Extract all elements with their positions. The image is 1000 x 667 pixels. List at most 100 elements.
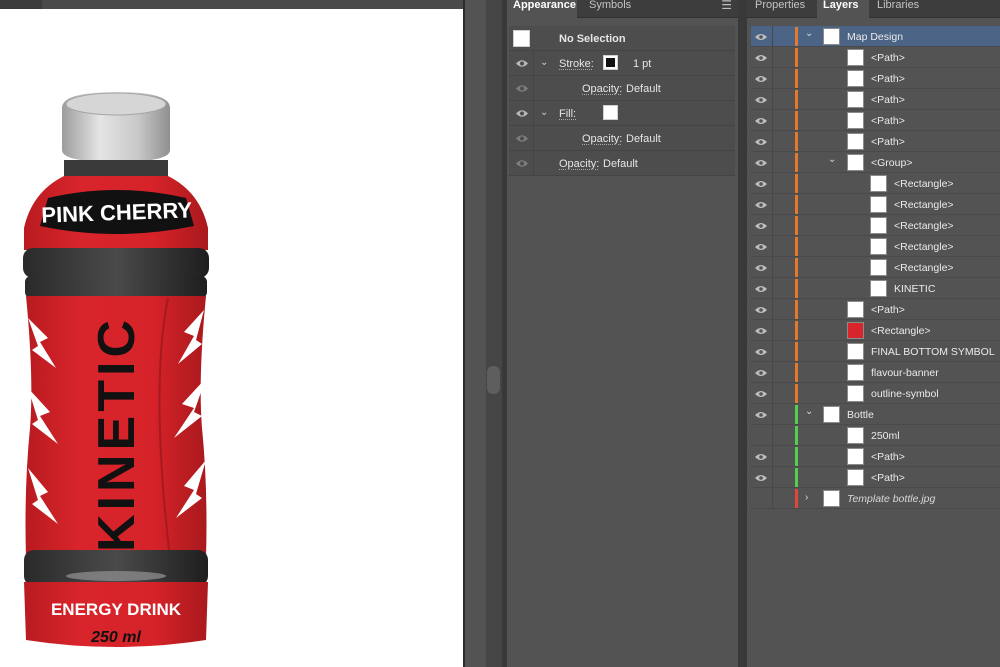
lock-toggle[interactable] [772, 257, 773, 278]
layer-name[interactable]: <Rectangle> [894, 199, 954, 211]
scroll-handle[interactable] [487, 366, 500, 394]
bottle-artwork[interactable]: PINK CHERRY KINETIC ENERGY DRINK 250 ml [18, 88, 214, 654]
tab-appearance[interactable]: Appearance [507, 0, 577, 19]
opacity-label[interactable]: Opacity: [559, 158, 599, 170]
layer-row[interactable]: <Path> [751, 47, 1000, 68]
lock-toggle[interactable] [772, 236, 773, 257]
eye-icon[interactable] [755, 243, 767, 251]
tab-libraries[interactable]: Libraries [871, 0, 925, 18]
layer-name[interactable]: FINAL BOTTOM SYMBOL [871, 346, 995, 358]
chevron-down-icon[interactable]: ⌄ [805, 406, 813, 417]
stroke-swatch[interactable] [603, 55, 618, 70]
eye-icon[interactable] [516, 109, 528, 118]
fill-label[interactable]: Fill: [559, 108, 576, 120]
appearance-fill-opacity-row[interactable]: Opacity: Default [509, 126, 735, 151]
layer-name[interactable]: <Path> [871, 115, 905, 127]
layer-name[interactable]: <Rectangle> [871, 325, 931, 337]
layer-name[interactable]: <Path> [871, 52, 905, 64]
layer-name[interactable]: KINETIC [894, 283, 935, 295]
lock-toggle[interactable] [772, 68, 773, 89]
eye-icon[interactable] [755, 306, 767, 314]
appearance-fill-row[interactable]: ⌄ Fill: [509, 101, 735, 126]
layer-name[interactable]: <Group> [871, 157, 912, 169]
lock-toggle[interactable] [772, 488, 773, 509]
layer-row[interactable]: <Rectangle> [751, 173, 1000, 194]
eye-icon[interactable] [755, 222, 767, 230]
stroke-label[interactable]: Stroke: [559, 58, 594, 70]
layer-row[interactable]: KINETIC [751, 278, 1000, 299]
chevron-right-icon[interactable]: › [805, 492, 808, 503]
opacity-label[interactable]: Opacity: [582, 133, 622, 145]
lock-toggle[interactable] [772, 383, 773, 404]
lock-toggle[interactable] [772, 446, 773, 467]
panel-menu-icon[interactable]: ☰ [721, 0, 732, 11]
layer-row[interactable]: <Path> [751, 131, 1000, 152]
layer-name[interactable]: <Path> [871, 94, 905, 106]
lock-toggle[interactable] [772, 278, 773, 299]
layer-row[interactable]: › Template bottle.jpg [751, 488, 1000, 509]
layer-name[interactable]: outline-symbol [871, 388, 939, 400]
layer-row[interactable]: FINAL BOTTOM SYMBOL [751, 341, 1000, 362]
lock-toggle[interactable] [772, 26, 773, 47]
layer-row[interactable]: <Path> [751, 89, 1000, 110]
layer-name[interactable]: <Rectangle> [894, 220, 954, 232]
appearance-stroke-row[interactable]: ⌄ Stroke: 1 pt [509, 51, 735, 76]
eye-icon[interactable] [755, 264, 767, 272]
eye-icon[interactable] [755, 96, 767, 104]
lock-toggle[interactable] [772, 173, 773, 194]
tab-layers[interactable]: Layers [817, 0, 869, 19]
layer-name[interactable]: Map Design [847, 31, 903, 43]
lock-toggle[interactable] [772, 131, 773, 152]
layer-name[interactable]: Template bottle.jpg [847, 493, 935, 505]
layer-name[interactable]: <Path> [871, 451, 905, 463]
eye-icon[interactable] [755, 180, 767, 188]
document-canvas[interactable]: PINK CHERRY KINETIC ENERGY DRINK 250 ml [0, 0, 486, 667]
eye-icon[interactable] [755, 117, 767, 125]
opacity-label[interactable]: Opacity: [582, 83, 622, 95]
chevron-down-icon[interactable]: ⌄ [540, 107, 548, 118]
lock-toggle[interactable] [772, 89, 773, 110]
lock-toggle[interactable] [772, 404, 773, 425]
eye-icon[interactable] [755, 285, 767, 293]
appearance-object-opacity-row[interactable]: Opacity: Default [509, 151, 735, 176]
layer-name[interactable]: <Path> [871, 73, 905, 85]
layer-row[interactable]: <Path> [751, 467, 1000, 488]
layer-name[interactable]: <Rectangle> [894, 241, 954, 253]
layer-row[interactable]: <Path> [751, 446, 1000, 467]
tab-properties[interactable]: Properties [749, 0, 811, 18]
eye-icon[interactable] [755, 411, 767, 419]
layer-name[interactable]: 250ml [871, 430, 900, 442]
lock-toggle[interactable] [772, 341, 773, 362]
lock-toggle[interactable] [772, 110, 773, 131]
eye-icon[interactable] [516, 84, 528, 93]
layer-row[interactable]: ⌄ Map Design [751, 26, 1000, 47]
eye-icon[interactable] [516, 59, 528, 68]
chevron-down-icon[interactable]: ⌄ [805, 28, 813, 39]
layer-row[interactable]: <Rectangle> [751, 215, 1000, 236]
layer-row[interactable]: outline-symbol [751, 383, 1000, 404]
layer-row[interactable]: flavour-banner [751, 362, 1000, 383]
eye-icon[interactable] [755, 327, 767, 335]
layer-name[interactable]: flavour-banner [871, 367, 939, 379]
fill-swatch[interactable] [603, 105, 618, 120]
eye-icon[interactable] [755, 474, 767, 482]
layer-name[interactable]: <Path> [871, 472, 905, 484]
lock-toggle[interactable] [772, 425, 773, 446]
chevron-down-icon[interactable]: ⌄ [828, 154, 836, 165]
layer-row[interactable]: <Rectangle> [751, 236, 1000, 257]
lock-toggle[interactable] [772, 47, 773, 68]
lock-toggle[interactable] [772, 320, 773, 341]
eye-icon[interactable] [755, 201, 767, 209]
layer-row[interactable]: ⌄ Bottle [751, 404, 1000, 425]
layer-name[interactable]: <Path> [871, 136, 905, 148]
eye-icon[interactable] [755, 33, 767, 41]
layer-row[interactable]: ⌄ <Group> [751, 152, 1000, 173]
chevron-down-icon[interactable]: ⌄ [540, 57, 548, 68]
layer-row[interactable]: 250ml [751, 425, 1000, 446]
lock-toggle[interactable] [772, 299, 773, 320]
layer-name[interactable]: <Rectangle> [894, 262, 954, 274]
appearance-stroke-opacity-row[interactable]: Opacity: Default [509, 76, 735, 101]
eye-icon[interactable] [755, 54, 767, 62]
lock-toggle[interactable] [772, 194, 773, 215]
lock-toggle[interactable] [772, 362, 773, 383]
